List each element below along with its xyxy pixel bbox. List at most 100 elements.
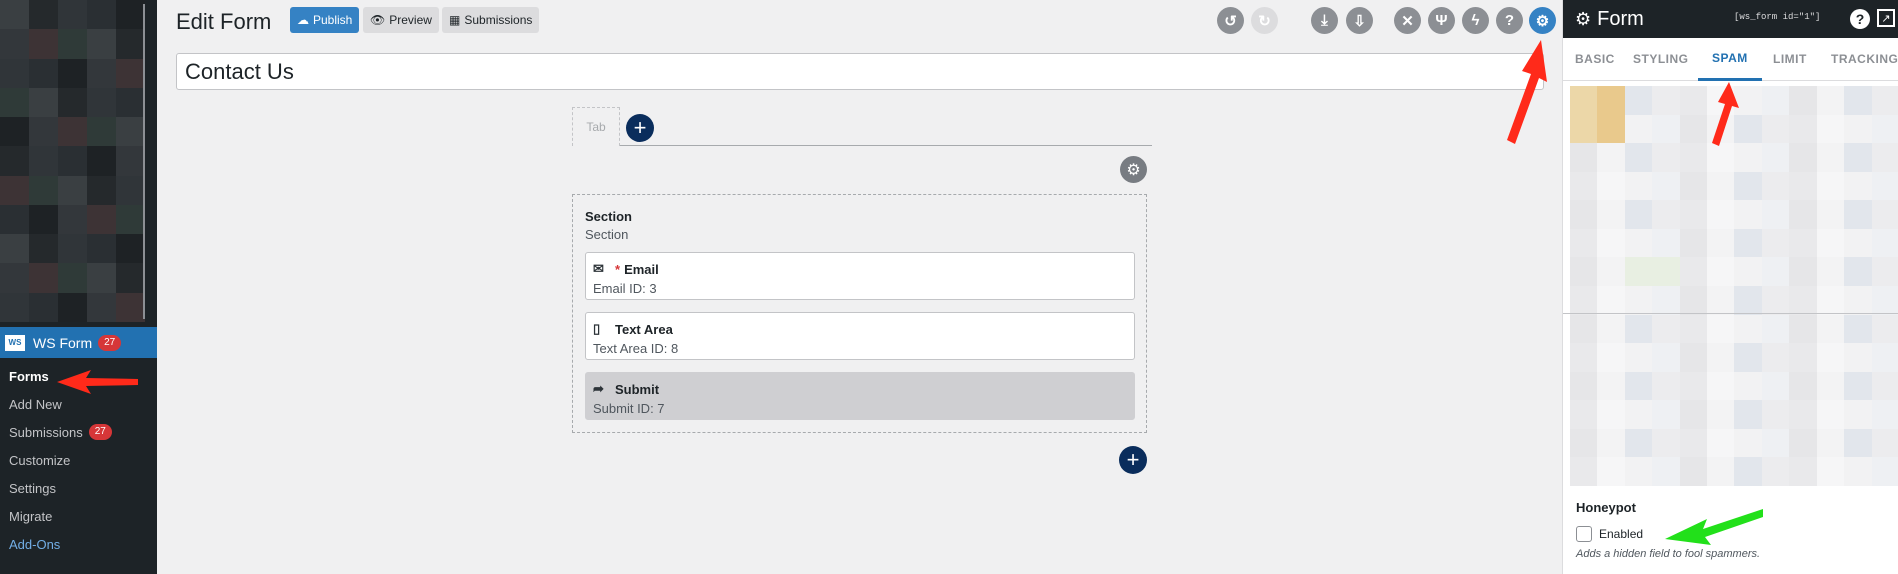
blur-tile [116,234,145,264]
blur-tile [1761,86,1790,115]
blur-tile [1789,143,1817,172]
history-icon[interactable]: ↺ [1217,7,1244,34]
blur-tile [1707,343,1735,372]
tab-spam[interactable]: SPAM [1698,38,1762,81]
field-text-area[interactable]: ▯ Text Area Text Area ID: 8 [585,312,1135,360]
submenu-customize[interactable]: Customize [0,446,157,474]
blur-tile [1652,114,1680,144]
blur-tile [1652,171,1680,201]
upload-icon[interactable]: ⇩ [1346,7,1373,34]
lightning-icon[interactable]: ϟ [1462,7,1489,34]
tab-tracking[interactable]: TRACKING [1831,38,1898,81]
blur-tile [1789,314,1817,344]
tab-styling[interactable]: STYLING [1633,38,1689,81]
blur-tile [1761,285,1790,315]
blur-tile [1789,257,1817,286]
blur-tile [1679,314,1708,344]
sidebar-divider [143,4,145,319]
blur-tile [1679,86,1708,115]
blur-tile [1734,285,1762,315]
submenu-customize-label: Customize [9,452,71,468]
blur-tile [1570,285,1598,315]
blur-tile [1570,257,1598,286]
submissions-badge: 27 [88,424,112,440]
blur-tile [1679,200,1708,229]
section-settings-icon[interactable]: ⚙ [1120,156,1147,183]
publish-button[interactable]: ☁ Publish [290,7,360,33]
submenu-submissions[interactable]: Submissions 27 [0,418,157,446]
blur-tile [1734,143,1762,172]
tools-icon[interactable]: ✕ [1394,7,1421,34]
redo-icon[interactable]: ↻ [1251,7,1278,34]
blur-tile [1761,200,1790,229]
tab-bar: Tab + [572,107,1152,147]
blur-tile [1597,200,1625,229]
blur-tile [1652,257,1680,286]
plus-icon: + [633,115,647,140]
blur-tile [1734,457,1762,486]
honeypot-label: Honeypot [1576,500,1636,515]
blur-tile [1707,114,1735,144]
blur-tile [0,87,29,118]
field-email[interactable]: ✉ * Email Email ID: 3 [585,252,1135,300]
blur-tile [1844,428,1872,458]
tab-basic[interactable]: BASIC [1575,38,1615,81]
field-submit[interactable]: ➦ Submit Submit ID: 7 [585,372,1135,420]
blur-tile [1789,343,1817,372]
add-section-button[interactable]: + [1119,446,1147,474]
blur-tile [1844,143,1872,172]
submenu-forms[interactable]: Forms [0,362,157,390]
menu-item-ws-form[interactable]: WS WS Form 27 [0,327,157,358]
blur-tile [1816,285,1845,315]
blur-tile [116,175,145,205]
blur-tile [1871,428,1898,458]
blur-tile [1816,200,1845,229]
panel-header: ⚙ Form [ws_form id="1"] ? ↗ [1563,0,1898,38]
tab-item[interactable]: Tab [572,107,620,146]
blur-tile [1816,428,1845,458]
form-section[interactable]: Section Section ✉ * Email Email ID: 3 ▯ … [572,194,1147,433]
form-title-input[interactable] [176,53,1544,90]
blur-tile [1624,114,1653,144]
blur-tile [1570,457,1598,486]
blur-tile [1652,400,1680,429]
blur-tile [1652,457,1680,486]
blur-tile [58,117,87,147]
blur-tile [1652,143,1680,172]
honeypot-checkbox[interactable] [1576,526,1592,542]
help-icon[interactable]: ? [1850,9,1870,29]
submenu-add-ons[interactable]: Add-Ons [0,530,157,558]
branch-icon[interactable]: Ψ [1428,7,1455,34]
blur-tile [1789,171,1817,201]
submenu-settings[interactable]: Settings [0,474,157,502]
help-icon[interactable]: ? [1496,7,1523,34]
tab-limit[interactable]: LIMIT [1773,38,1807,81]
download-icon[interactable]: ⤓ [1311,7,1338,34]
blur-tile [1624,400,1653,429]
popout-icon[interactable]: ↗ [1877,9,1895,27]
blur-tile [29,263,58,293]
gear-icon[interactable]: ⚙ [1529,7,1556,34]
preview-button[interactable]: 👁 Preview [363,7,439,33]
add-tab-button[interactable]: + [626,114,654,142]
field-submit-meta: Submit ID: 7 [593,401,665,416]
blur-tile [87,58,116,88]
blur-tile [1734,343,1762,372]
blur-tile [58,146,87,176]
blur-tile [1844,314,1872,344]
submenu-migrate[interactable]: Migrate [0,502,157,530]
plus-icon: + [1126,447,1140,472]
honeypot-checkbox-label[interactable]: Enabled [1599,527,1643,541]
blur-tile [1734,371,1762,401]
submissions-button[interactable]: ▦ Submissions [442,7,540,33]
blur-tile [116,117,145,147]
blur-tile [1734,228,1762,258]
shortcode[interactable]: [ws_form id="1"] [1734,12,1820,22]
honeypot-row[interactable]: Enabled [1576,526,1760,542]
blur-tile [1789,285,1817,315]
blur-tile [29,146,58,176]
blur-tile [116,29,145,59]
blur-tile [1844,343,1872,372]
submenu-add-new[interactable]: Add New [0,390,157,418]
blur-tile [1707,371,1735,401]
